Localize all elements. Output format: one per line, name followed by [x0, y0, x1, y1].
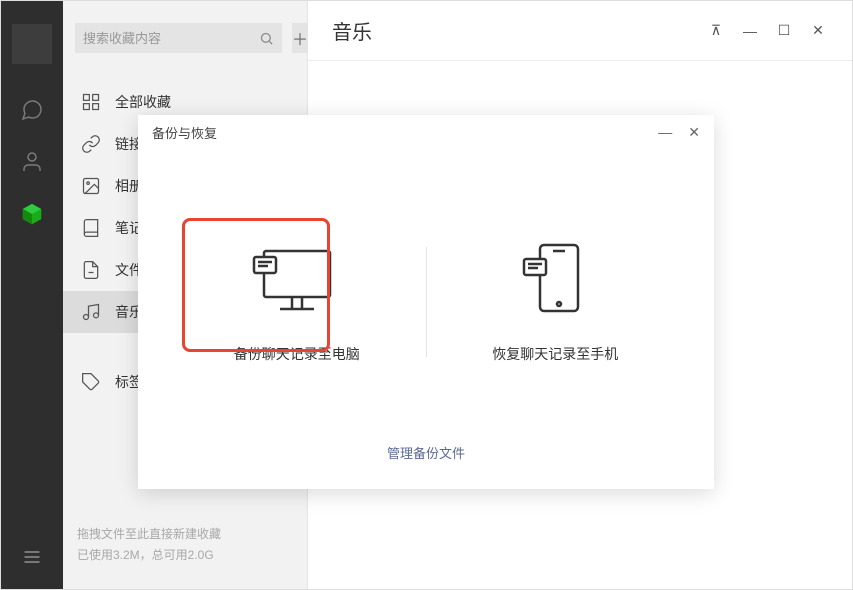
search-icon [259, 31, 274, 46]
menu-icon[interactable] [18, 543, 46, 571]
backup-to-pc-option[interactable]: 备份聊天记录至电脑 [168, 240, 426, 364]
phone-icon [507, 240, 603, 320]
page-title: 音乐 [332, 16, 372, 45]
add-button[interactable]: ＋ [292, 23, 308, 53]
monitor-icon [249, 240, 345, 320]
backup-dialog: 备份与恢复 — ✕ 备份聊天记录至电脑 [138, 115, 714, 489]
cube-icon[interactable] [18, 200, 46, 228]
search-input[interactable] [83, 31, 259, 46]
chat-icon[interactable] [18, 96, 46, 124]
file-icon [81, 260, 101, 280]
footer-line2: 已使用3.2M，总可用2.0G [77, 545, 293, 565]
restore-label: 恢复聊天记录至手机 [492, 344, 618, 364]
dialog-close-button[interactable]: ✕ [688, 124, 700, 141]
minimize-button[interactable]: — [740, 21, 760, 41]
music-icon [81, 302, 101, 322]
link-icon [81, 134, 101, 154]
manage-backup-link[interactable]: 管理备份文件 [387, 446, 465, 461]
titlebar: 音乐 ⊼ — ☐ ✕ [308, 1, 852, 61]
backup-label: 备份聊天记录至电脑 [234, 344, 360, 364]
book-icon [81, 218, 101, 238]
avatar[interactable] [12, 24, 52, 64]
search-box[interactable] [75, 23, 282, 53]
restore-to-phone-option[interactable]: 恢复聊天记录至手机 [427, 240, 685, 364]
dialog-minimize-button[interactable]: — [658, 124, 672, 141]
footer-line1: 拖拽文件至此直接新建收藏 [77, 524, 293, 544]
storage-info: 拖拽文件至此直接新建收藏 已使用3.2M，总可用2.0G [63, 524, 307, 589]
dialog-title: 备份与恢复 [152, 123, 217, 142]
app-sidebar [1, 1, 63, 589]
contacts-icon[interactable] [18, 148, 46, 176]
dialog-header: 备份与恢复 — ✕ [138, 115, 714, 149]
maximize-button[interactable]: ☐ [774, 21, 794, 41]
image-icon [81, 176, 101, 196]
tag-icon [81, 372, 101, 392]
nav-label: 全部收藏 [115, 92, 171, 112]
grid-icon [81, 92, 101, 112]
close-button[interactable]: ✕ [808, 21, 828, 41]
pin-button[interactable]: ⊼ [706, 21, 726, 41]
